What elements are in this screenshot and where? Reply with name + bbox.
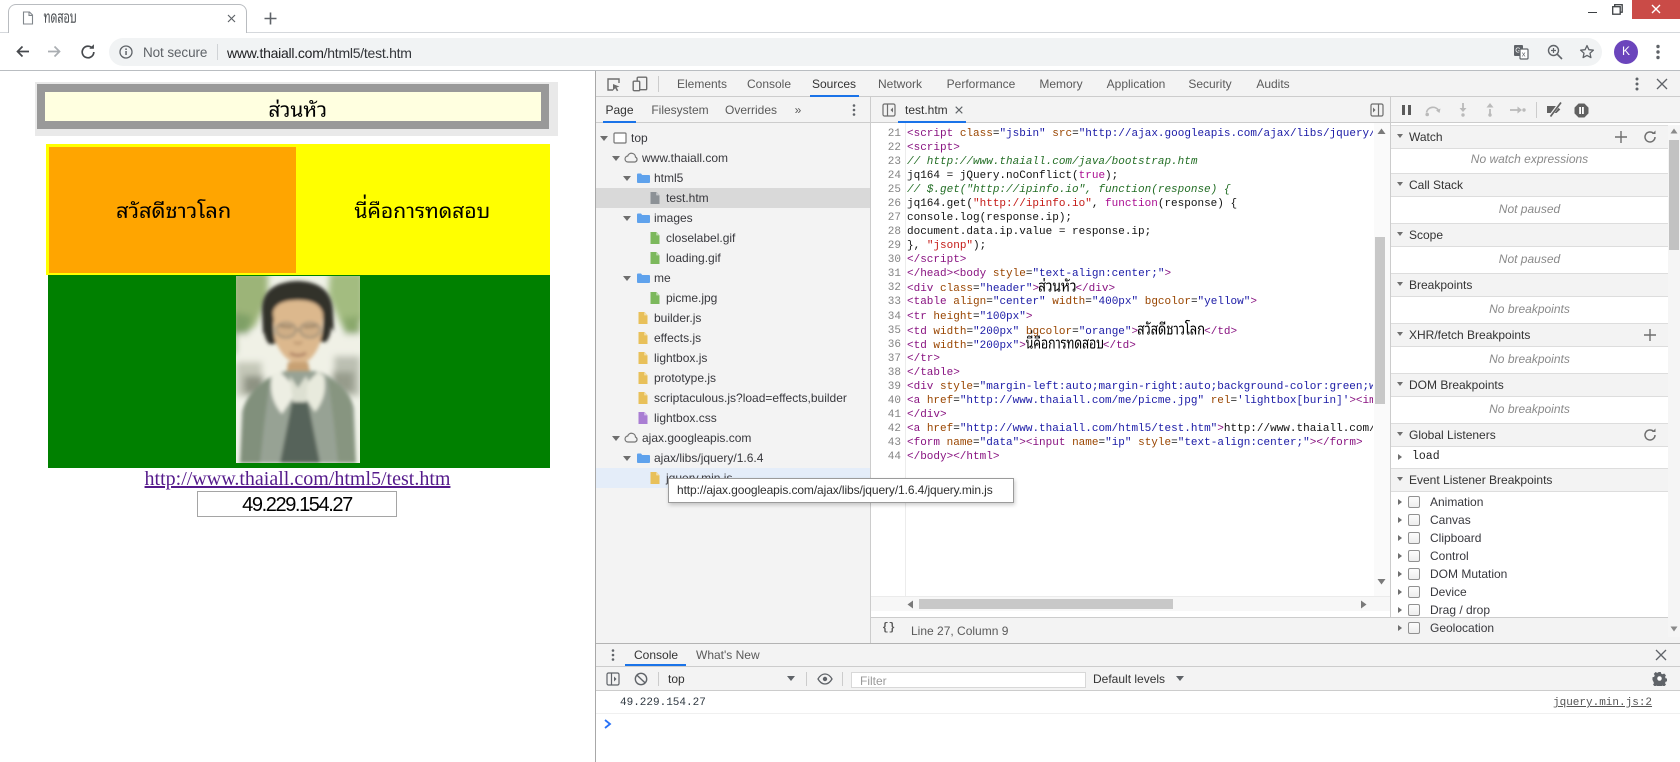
svg-text:x: x bbox=[1522, 50, 1526, 59]
